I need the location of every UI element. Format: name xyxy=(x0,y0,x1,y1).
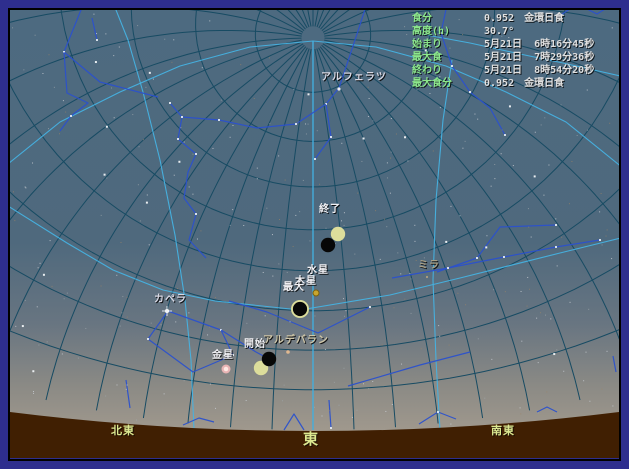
eclipse-event-label-start: 開始 xyxy=(244,339,266,350)
planetarium-window: 食分 0.952 金環日食 高度(h) 30.7° 始まり 5月21日 6時16分45… xyxy=(0,0,629,469)
info-value: 5月21日 7時29分36秒 xyxy=(484,52,595,63)
planet-label-mercury: 水星 xyxy=(307,265,329,276)
info-row: 始まり 5月21日 6時16分45秒 xyxy=(412,39,594,52)
mercury-dot xyxy=(312,289,320,297)
info-label: 最大食 xyxy=(412,52,442,63)
eclipse-event-label-max: 最大 xyxy=(283,282,305,293)
direction-label-east: 東 xyxy=(303,430,320,448)
info-row: 最大食 5月21日 7時29分36秒 xyxy=(412,52,594,65)
planet-label-venus: 金星 xyxy=(212,350,234,361)
info-value: 5月21日 8時54分20秒 xyxy=(484,65,595,76)
info-value: 5月21日 6時16分45秒 xyxy=(484,39,595,50)
moon-disc-start xyxy=(261,351,277,367)
star-label-alpheratz: アルフェラツ xyxy=(321,72,387,83)
info-label: 高度(h) xyxy=(412,26,451,37)
aldebaran-star xyxy=(286,350,290,354)
alpheratz-star xyxy=(337,87,341,91)
info-row: 最大食分 0.952 金環日食 xyxy=(412,78,594,91)
info-value: 0.952 金環日食 xyxy=(484,78,565,89)
info-label: 始まり xyxy=(412,39,442,50)
info-label: 食分 xyxy=(412,13,432,24)
moon-disc-end xyxy=(320,237,336,253)
mira-star xyxy=(425,275,429,279)
eclipse-event-label-end: 終了 xyxy=(319,204,341,215)
info-row: 高度(h) 30.7° xyxy=(412,26,594,39)
info-value: 30.7° xyxy=(484,26,515,37)
star-label-mira: ミラ xyxy=(418,260,440,271)
star-label-capella: カペラ xyxy=(154,294,187,305)
info-label: 終わり xyxy=(412,65,442,76)
info-value: 0.952 金環日食 xyxy=(484,13,565,24)
direction-label-northeast: 北東 xyxy=(111,424,135,437)
info-row: 終わり 5月21日 8時54分20秒 xyxy=(412,65,594,78)
info-row: 食分 0.952 金環日食 xyxy=(412,13,594,26)
info-label: 最大食分 xyxy=(412,78,452,89)
sun-disc-end xyxy=(330,226,346,242)
star-label-aldebaran: アルデバラン xyxy=(263,335,329,346)
direction-label-southeast: 南東 xyxy=(491,424,515,437)
eclipse-info-panel: 食分 0.952 金環日食 高度(h) 30.7° 始まり 5月21日 6時16分45… xyxy=(412,13,594,91)
